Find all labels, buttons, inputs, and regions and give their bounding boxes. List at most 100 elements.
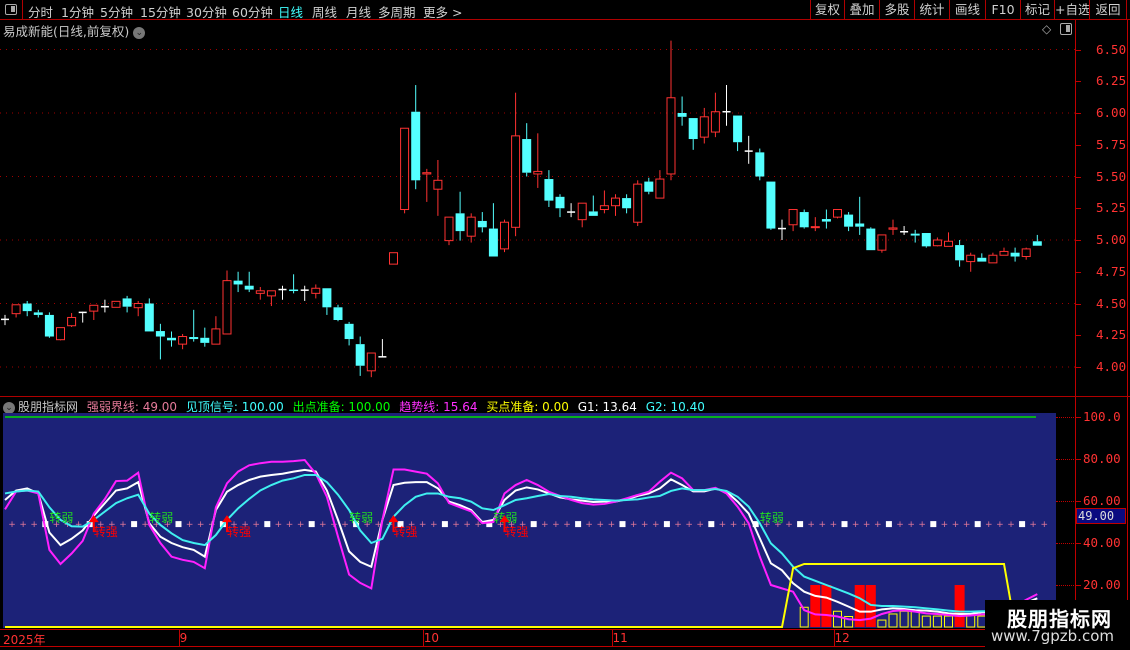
candle (44, 312, 54, 338)
threshold-dot: + (952, 520, 960, 530)
weak-signal-label: 转弱 (149, 510, 173, 525)
price-tick-label: 4.75 (1096, 263, 1127, 279)
legend-g1: G1: 13.64 (577, 400, 637, 414)
chevron-down-icon[interactable]: ⌄ (133, 26, 146, 39)
indicator-tick-label: 60.00 (1083, 493, 1121, 508)
candle-body-up (211, 328, 221, 345)
period-tab-weekly[interactable]: 周线 (312, 2, 337, 21)
legend-trend-line: 趋势线: 15.64 (399, 400, 478, 414)
indicator-chart[interactable]: + + + + + + + + + + + + + + + + + + + + + + + + + + + + + + + + + + + + + + + +… (0, 413, 1075, 629)
indicator-gridline (1056, 543, 1074, 544)
candle-body-down (155, 331, 165, 337)
indicator-tick (1076, 585, 1081, 586)
restore-rights-button[interactable]: 复权 (810, 0, 844, 20)
candle-body-down (855, 223, 865, 227)
price-tick (1076, 208, 1081, 210)
threshold-dot: + (30, 520, 38, 530)
price-tick-label: 4.50 (1096, 295, 1127, 311)
chart-title: 易成新能(日线,前复权) (3, 24, 130, 39)
threshold-dot: + (341, 520, 349, 530)
period-tab-monthly[interactable]: 月线 (346, 2, 371, 21)
candle (744, 135, 753, 164)
draw-line-button[interactable]: 画线 (949, 0, 985, 20)
threshold-dot: + (685, 520, 693, 530)
panel-layout-icon[interactable] (1060, 23, 1072, 35)
candle-body-up (932, 239, 942, 247)
price-tick (1076, 240, 1081, 241)
period-tab-daily[interactable]: 日线 (278, 2, 303, 21)
indicator-name[interactable]: 股朋指标网 (18, 400, 78, 414)
candle (133, 300, 143, 317)
period-tab-30min[interactable]: 30分钟 (186, 2, 227, 21)
overlay-button[interactable]: 叠加 (844, 0, 879, 20)
candle-body-up (433, 179, 443, 190)
period-tab-fenshi[interactable]: 分时 (28, 2, 53, 21)
period-tab-5min[interactable]: 5分钟 (100, 2, 133, 21)
candle-body-up (810, 226, 820, 229)
candle (266, 290, 276, 307)
scrollbar[interactable] (1127, 20, 1128, 647)
multi-stock-button[interactable]: 多股 (879, 0, 914, 20)
candle (888, 219, 898, 235)
candle (722, 85, 731, 126)
candle (611, 194, 620, 216)
candle-body-up (944, 240, 953, 247)
threshold-dot: + (1007, 520, 1015, 530)
period-tab-15min[interactable]: 15分钟 (140, 2, 181, 21)
candle (588, 195, 598, 216)
candle (710, 92, 720, 138)
date-tick (611, 630, 613, 646)
candle-body-down (167, 337, 176, 341)
legend-buy-prep: 买点准备: 0.00 (486, 400, 569, 414)
period-tab-multi[interactable]: 多周期 (378, 2, 416, 21)
period-tab-more[interactable]: 更多 > (423, 2, 462, 21)
indicator-gridline (1056, 417, 1074, 418)
candlestick-chart[interactable] (0, 38, 1075, 395)
threshold-dot: + (19, 520, 27, 530)
candle (755, 148, 765, 181)
threshold-dot: + (819, 520, 827, 530)
period-tab-1min[interactable]: 1分钟 (61, 2, 94, 21)
candle-body-up (67, 316, 77, 327)
threshold-dot: + (630, 520, 638, 530)
statistics-button[interactable]: 统计 (914, 0, 949, 20)
f10-button[interactable]: F10 (985, 0, 1020, 20)
candle (577, 202, 587, 228)
candle (1010, 247, 1020, 262)
candle (189, 309, 199, 342)
candle-body-down (821, 219, 831, 222)
candle (366, 352, 376, 378)
threshold-dot: + (807, 520, 815, 530)
diamond-icon[interactable]: ◇ (1042, 22, 1051, 36)
threshold-dot: + (941, 520, 949, 530)
indicator-current-value: 49.00 (1076, 508, 1126, 524)
indicator-menu-chevron-icon[interactable]: ⌄ (3, 401, 15, 414)
candle-body-up (311, 287, 321, 294)
candle-body-down (921, 233, 931, 247)
threshold-dot: + (286, 520, 294, 530)
threshold-dot: + (1041, 520, 1049, 530)
candle-body-up (111, 300, 121, 308)
candle-body-up (833, 209, 842, 218)
threshold-marker (575, 521, 582, 528)
candle (355, 336, 365, 376)
candle-body-down (544, 179, 554, 201)
candle (944, 232, 953, 247)
candle (178, 333, 188, 350)
date-tick (833, 630, 835, 646)
layout-toggle-icon[interactable] (0, 0, 23, 20)
panel-divider[interactable] (0, 396, 1130, 397)
candle (955, 240, 965, 267)
candle-body-down (866, 228, 876, 251)
candle (56, 327, 65, 341)
price-tick (1076, 303, 1081, 305)
candle (522, 123, 532, 177)
threshold-dot: + (597, 520, 605, 530)
mark-button[interactable]: 标记 (1020, 0, 1054, 20)
candle (866, 227, 876, 251)
candle-body-down (144, 303, 154, 332)
period-tab-60min[interactable]: 60分钟 (232, 2, 273, 21)
candle-body-down (955, 245, 965, 261)
threshold-dot: + (452, 520, 460, 530)
date-label: 2025年 (3, 633, 46, 647)
